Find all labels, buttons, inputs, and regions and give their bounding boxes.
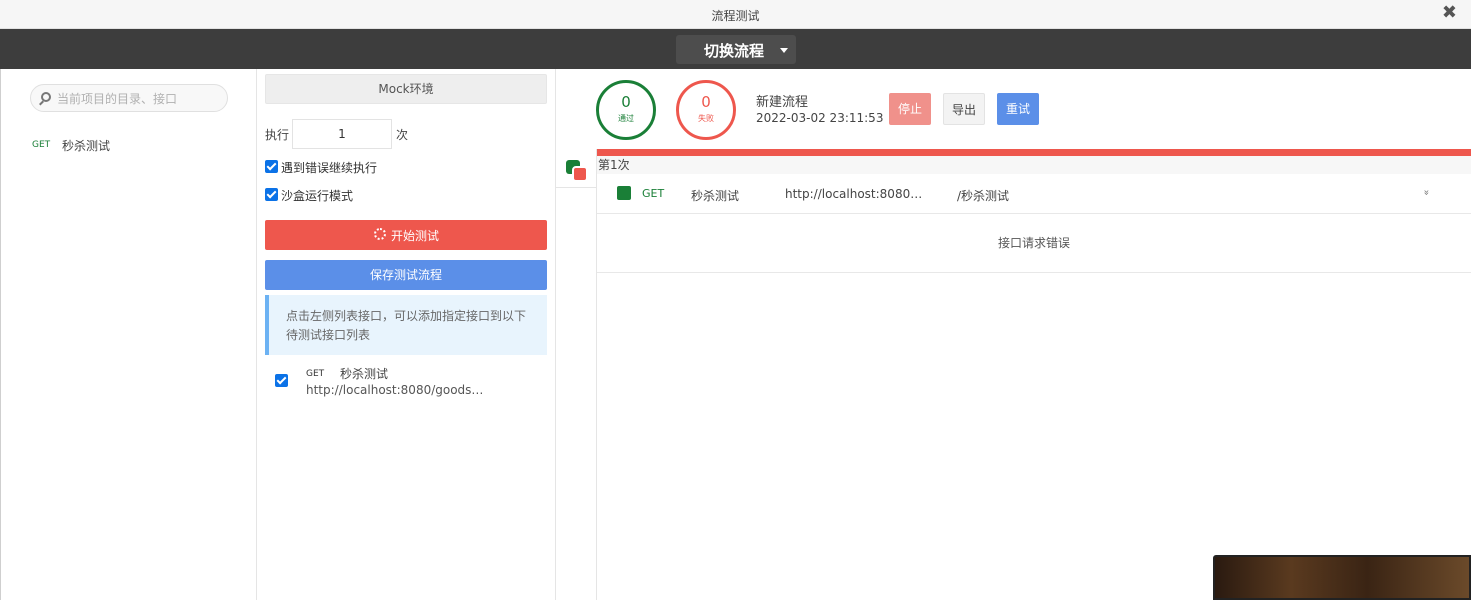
request-checkbox[interactable] — [275, 374, 288, 387]
exec-suffix-label: 次 — [396, 128, 409, 142]
results-panel: 第1次 GET 秒杀测试 http://localhost:8080/go...… — [597, 149, 1471, 600]
result-row[interactable]: GET 秒杀测试 http://localhost:8080/go... /秒杀… — [597, 174, 1471, 214]
window-titlebar: 流程测试 ✖ — [0, 0, 1471, 29]
divider — [556, 187, 596, 188]
result-method: GET — [642, 187, 665, 200]
retry-button[interactable]: 重试 — [997, 93, 1039, 125]
sandbox-mode-label: 沙盒运行模式 — [281, 189, 354, 203]
result-url: http://localhost:8080/go... — [785, 187, 925, 201]
result-name: 秒杀测试 — [691, 189, 740, 203]
expand-icon[interactable]: » — [1421, 189, 1432, 195]
test-config-panel: Mock环境 执行 次 遇到错误继续执行 沙盒运行模式 开始测试 保存测试流程 … — [257, 69, 556, 600]
pass-caption: 通过 — [618, 114, 634, 123]
sandbox-mode-row[interactable]: 沙盒运行模式 — [265, 186, 547, 204]
search-input[interactable] — [57, 90, 217, 108]
sandbox-mode-checkbox[interactable] — [265, 188, 278, 201]
result-error-message: 接口请求错误 — [597, 214, 1471, 273]
export-button[interactable]: 导出 — [943, 93, 985, 125]
start-test-button[interactable]: 开始测试 — [265, 220, 547, 250]
pass-counter: 0 通过 — [596, 80, 656, 140]
api-name: 秒杀测试 — [62, 139, 111, 153]
exec-prefix-label: 执行 — [265, 128, 290, 142]
flow-timestamp: 2022-03-02 23:11:53 — [756, 111, 884, 125]
request-method: GET — [306, 369, 325, 379]
fail-filter-icon[interactable] — [572, 166, 588, 182]
pending-request-item[interactable]: GET 秒杀测试 http://localhost:8080/goods?u..… — [275, 362, 545, 402]
request-name: 秒杀测试 — [340, 367, 389, 381]
result-path: /秒杀测试 — [957, 189, 1010, 203]
api-list-item[interactable]: GET 秒杀测试 — [31, 137, 241, 155]
api-tree-panel: GET 秒杀测试 — [0, 69, 257, 600]
stop-button[interactable]: 停止 — [889, 93, 931, 125]
continue-on-error-row[interactable]: 遇到错误继续执行 — [265, 158, 547, 176]
continue-on-error-checkbox[interactable] — [265, 160, 278, 173]
fail-counter: 0 失败 — [676, 80, 736, 140]
pass-count: 0 — [621, 93, 631, 111]
flow-name: 新建流程 — [756, 95, 809, 110]
loading-spinner-icon — [374, 228, 386, 240]
top-toolbar: 切换流程 — [0, 29, 1471, 69]
close-icon[interactable]: ✖ — [1442, 3, 1457, 23]
window-title: 流程测试 — [711, 9, 760, 23]
request-url: http://localhost:8080/goods?u... — [306, 383, 486, 397]
iteration-label: 第1次 — [597, 156, 1471, 174]
search-icon — [41, 92, 51, 102]
api-method: GET — [32, 140, 51, 150]
result-filter-column — [556, 149, 597, 600]
mock-env-button[interactable]: Mock环境 — [265, 74, 547, 104]
search-box[interactable] — [30, 84, 228, 112]
caret-down-icon — [780, 48, 788, 53]
save-flow-button[interactable]: 保存测试流程 — [265, 260, 547, 290]
exec-count-row: 执行 次 — [265, 119, 547, 149]
video-thumbnail — [1213, 555, 1471, 600]
exec-count-input[interactable] — [292, 119, 392, 149]
switch-flow-label: 切换流程 — [704, 42, 765, 60]
progress-bar — [597, 149, 1471, 156]
status-icon — [617, 186, 631, 200]
stats-bar: 0 通过 0 失败 新建流程 2022-03-02 23:11:53 停止 导出… — [556, 69, 1471, 149]
start-test-label: 开始测试 — [391, 229, 440, 243]
continue-on-error-label: 遇到错误继续执行 — [281, 161, 378, 175]
switch-flow-button[interactable]: 切换流程 — [676, 35, 796, 64]
info-tip: 点击左侧列表接口，可以添加指定接口到以下待测试接口列表 — [265, 295, 547, 355]
fail-count: 0 — [701, 93, 711, 111]
fail-caption: 失败 — [698, 114, 714, 123]
